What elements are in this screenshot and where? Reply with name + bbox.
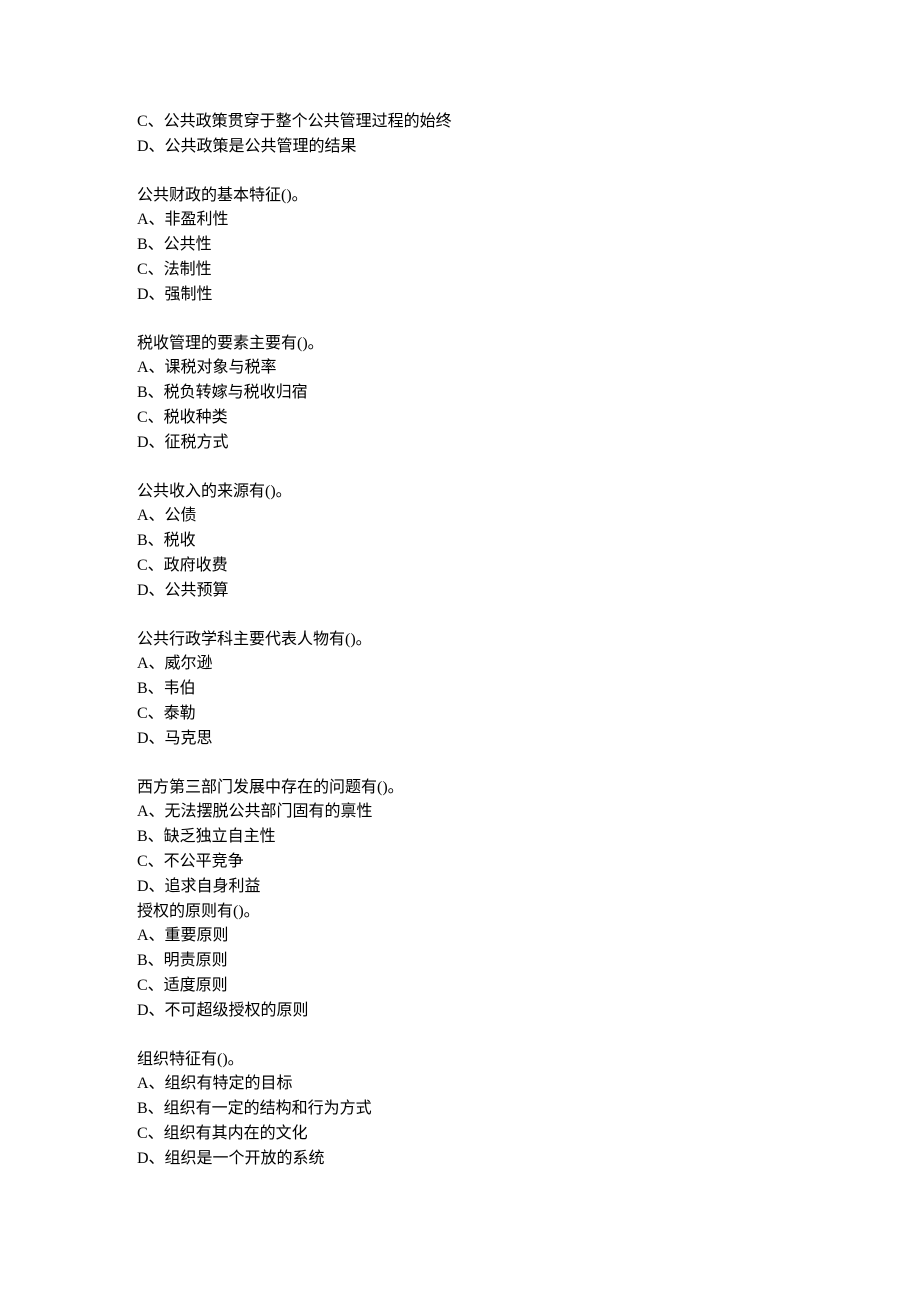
option-c: C、适度原则: [137, 974, 783, 999]
question-5: 西方第三部门发展中存在的问题有()。 A、无法摆脱公共部门固有的禀性 B、缺乏独…: [137, 776, 783, 900]
option-a: A、公债: [137, 504, 783, 529]
question-stem: 税收管理的要素主要有()。: [137, 332, 783, 357]
option-a: A、无法摆脱公共部门固有的禀性: [137, 800, 783, 825]
option-a: A、威尔逊: [137, 652, 783, 677]
option-d: D、不可超级授权的原则: [137, 999, 783, 1024]
option-c: C、公共政策贯穿于整个公共管理过程的始终: [137, 110, 783, 135]
option-d: D、征税方式: [137, 431, 783, 456]
option-d: D、追求自身利益: [137, 875, 783, 900]
option-d: D、组织是一个开放的系统: [137, 1147, 783, 1172]
question-stem: 组织特征有()。: [137, 1048, 783, 1073]
option-a: A、课税对象与税率: [137, 356, 783, 381]
question-stem: 公共行政学科主要代表人物有()。: [137, 628, 783, 653]
option-c: C、法制性: [137, 258, 783, 283]
option-b: B、组织有一定的结构和行为方式: [137, 1097, 783, 1122]
option-b: B、缺乏独立自主性: [137, 825, 783, 850]
option-d: D、强制性: [137, 283, 783, 308]
continuation-block: C、公共政策贯穿于整个公共管理过程的始终 D、公共政策是公共管理的结果: [137, 110, 783, 160]
question-stem: 西方第三部门发展中存在的问题有()。: [137, 776, 783, 801]
question-4: 公共行政学科主要代表人物有()。 A、威尔逊 B、韦伯 C、泰勒 D、马克思: [137, 628, 783, 752]
option-b: B、税负转嫁与税收归宿: [137, 381, 783, 406]
question-1: 公共财政的基本特征()。 A、非盈利性 B、公共性 C、法制性 D、强制性: [137, 184, 783, 308]
option-c: C、税收种类: [137, 406, 783, 431]
question-stem: 公共财政的基本特征()。: [137, 184, 783, 209]
option-c: C、政府收费: [137, 554, 783, 579]
option-c: C、组织有其内在的文化: [137, 1122, 783, 1147]
option-a: A、重要原则: [137, 924, 783, 949]
option-b: B、明责原则: [137, 949, 783, 974]
question-6: 授权的原则有()。 A、重要原则 B、明责原则 C、适度原则 D、不可超级授权的…: [137, 900, 783, 1024]
option-d: D、公共政策是公共管理的结果: [137, 135, 783, 160]
option-a: A、非盈利性: [137, 208, 783, 233]
question-7: 组织特征有()。 A、组织有特定的目标 B、组织有一定的结构和行为方式 C、组织…: [137, 1048, 783, 1172]
option-c: C、泰勒: [137, 702, 783, 727]
option-b: B、公共性: [137, 233, 783, 258]
option-b: B、韦伯: [137, 677, 783, 702]
option-a: A、组织有特定的目标: [137, 1072, 783, 1097]
question-3: 公共收入的来源有()。 A、公债 B、税收 C、政府收费 D、公共预算: [137, 480, 783, 604]
option-c: C、不公平竞争: [137, 850, 783, 875]
question-2: 税收管理的要素主要有()。 A、课税对象与税率 B、税负转嫁与税收归宿 C、税收…: [137, 332, 783, 456]
option-d: D、公共预算: [137, 579, 783, 604]
option-b: B、税收: [137, 529, 783, 554]
question-stem: 授权的原则有()。: [137, 900, 783, 925]
question-stem: 公共收入的来源有()。: [137, 480, 783, 505]
option-d: D、马克思: [137, 727, 783, 752]
